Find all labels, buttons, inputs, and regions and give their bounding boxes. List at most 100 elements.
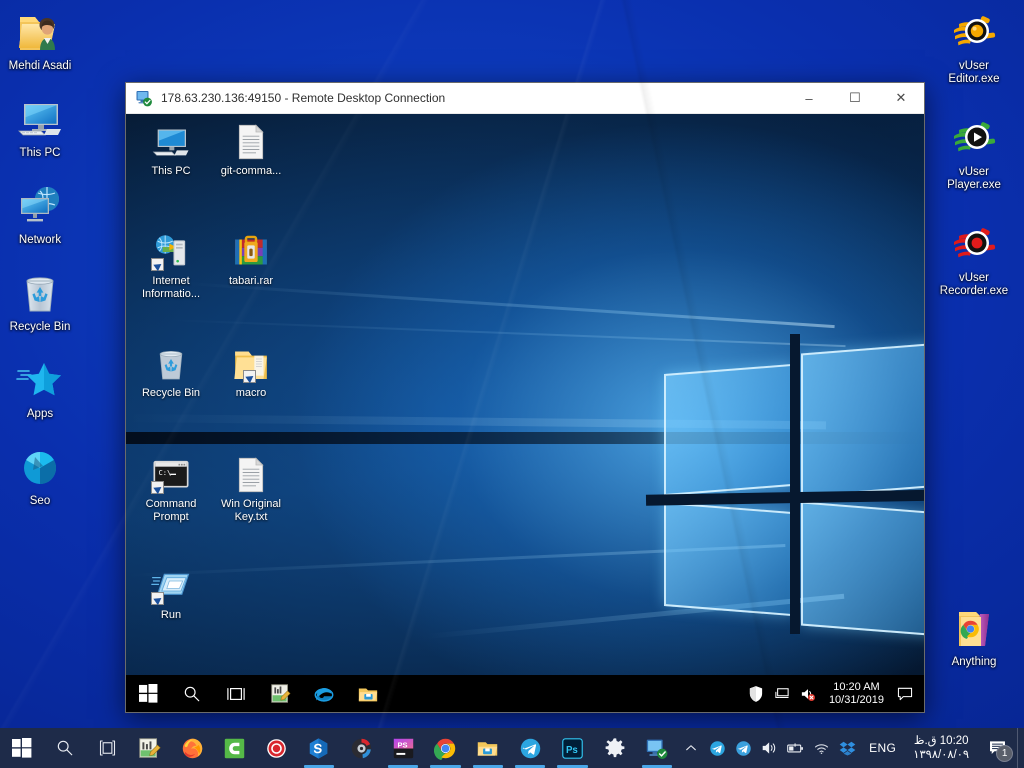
user-folder-icon: [16, 8, 64, 56]
remote-desktop-icon: [136, 90, 153, 107]
recycle-bin-icon: [151, 344, 191, 384]
shortcut-overlay-icon: [151, 258, 164, 271]
task-view-icon[interactable]: [86, 728, 128, 768]
desktop-icon-label: This PC: [19, 147, 61, 159]
rdp-clock[interactable]: 10:20 AM 10/31/2019: [821, 681, 892, 707]
network-tray-icon[interactable]: [769, 675, 795, 712]
taskbar-item-settings[interactable]: [594, 728, 636, 768]
rdp-action-center-icon[interactable]: [892, 675, 918, 712]
telegram-tray-icon-2[interactable]: [730, 728, 756, 768]
rdp-clock-time: 10:20 AM: [833, 680, 880, 693]
seo-pie-icon: [16, 443, 64, 491]
show-desktop-button[interactable]: [1017, 728, 1024, 768]
desktop-icon-seo[interactable]: Seo: [0, 439, 80, 510]
network-icon: [16, 182, 64, 230]
desktop-icon-mehdi-asadi[interactable]: Mehdi Asadi: [0, 4, 80, 75]
rdp-desktop-icon-iis-manager[interactable]: Internet Informatio...: [133, 232, 209, 300]
taskbar-item-skype[interactable]: [298, 728, 340, 768]
desktop-icon-label: vUser Recorder.exe: [939, 272, 1009, 297]
text-file-icon: [231, 455, 271, 495]
rdp-desktop-icon-git-command[interactable]: git-comma...: [213, 122, 289, 178]
rdp-taskbar-tray: 10:20 AM 10/31/2019: [743, 675, 924, 712]
rdp-search-icon[interactable]: [170, 675, 214, 712]
rdp-desktop-icon-win-original-key[interactable]: Win Original Key.txt: [213, 455, 289, 523]
rdp-maximize-button[interactable]: ☐: [832, 83, 878, 114]
telegram-tray-icon[interactable]: [704, 728, 730, 768]
wifi-icon[interactable]: [808, 728, 834, 768]
dropbox-icon[interactable]: [834, 728, 860, 768]
taskbar-item-recorder[interactable]: [255, 728, 297, 768]
taskbar-item-firefox[interactable]: [171, 728, 213, 768]
anything-folder-icon: [950, 604, 998, 652]
run-dialog-icon: [151, 566, 191, 606]
rdp-taskbar-item-explorer[interactable]: [346, 675, 390, 712]
notification-badge: 1: [996, 745, 1014, 762]
folder-shortcut-icon: [231, 344, 271, 384]
taskbar-item-telegram[interactable]: [509, 728, 551, 768]
taskbar-item-remote-desktop[interactable]: [636, 728, 678, 768]
rdp-desktop-icon-command-prompt[interactable]: C:\ Command Prompt: [133, 455, 209, 523]
volume-icon[interactable]: [756, 728, 782, 768]
rdp-icon-label: Command Prompt: [145, 498, 197, 523]
svg-text:PS: PS: [397, 740, 407, 749]
language-indicator[interactable]: ENG: [860, 741, 905, 755]
desktop-icon-vuser-editor[interactable]: vUser Editor.exe: [934, 4, 1014, 88]
taskbar-item-photoshop[interactable]: Ps: [551, 728, 593, 768]
host-desktop[interactable]: Mehdi Asadi This PC Network Recycle Bin …: [0, 0, 1024, 768]
rdp-close-button[interactable]: ✕: [878, 83, 924, 114]
host-right-icon-column: vUser Editor.exe vUser Player.exe vUser …: [934, 4, 1014, 300]
shortcut-overlay-icon: [151, 481, 164, 494]
battery-icon[interactable]: [782, 728, 808, 768]
desktop-icon-this-pc[interactable]: This PC: [0, 91, 80, 162]
host-left-icon-column: Mehdi Asadi This PC Network Recycle Bin …: [0, 4, 80, 510]
host-clock[interactable]: 10:20 ق.ظ ۱۳۹۸/۰۸/۰۹: [905, 734, 977, 762]
rdp-taskbar-item-notepadpp[interactable]: [258, 675, 302, 712]
start-button[interactable]: [0, 728, 44, 768]
desktop-icon-apps[interactable]: Apps: [0, 352, 80, 423]
rdp-start-button[interactable]: [126, 675, 170, 712]
vuser-player-icon: [950, 114, 998, 162]
desktop-icon-vuser-player[interactable]: vUser Player.exe: [934, 110, 1014, 194]
taskbar-item-phpstorm[interactable]: PS: [382, 728, 424, 768]
shortcut-overlay-icon: [151, 592, 164, 605]
rdp-taskbar[interactable]: 10:20 AM 10/31/2019: [126, 675, 924, 712]
volume-muted-icon[interactable]: [795, 675, 821, 712]
rdp-desktop-icon-macro[interactable]: macro: [213, 344, 289, 400]
rdp-icon-label: tabari.rar: [228, 275, 274, 287]
rdp-remote-desktop-canvas[interactable]: This PC git-comma... Internet Informatio…: [126, 114, 924, 712]
rdp-task-view-icon[interactable]: [214, 675, 258, 712]
desktop-icon-label: Anything: [951, 656, 997, 668]
taskbar-item-camtasia[interactable]: [213, 728, 255, 768]
rdp-desktop-icon-run[interactable]: Run: [133, 566, 209, 622]
remote-wallpaper: [126, 114, 924, 712]
rdp-icon-label: macro: [235, 387, 267, 399]
show-hidden-icons-chevron-icon[interactable]: [678, 728, 704, 768]
desktop-icon-recycle-bin[interactable]: Recycle Bin: [0, 265, 80, 336]
taskbar-item-notepadpp[interactable]: [129, 728, 171, 768]
apps-star-icon: [16, 356, 64, 404]
rdp-desktop-icon-this-pc[interactable]: This PC: [133, 122, 209, 178]
host-clock-date: ۱۳۹۸/۰۸/۰۹: [913, 749, 970, 761]
rdp-taskbar-item-internet-explorer[interactable]: [302, 675, 346, 712]
rdp-minimize-button[interactable]: –: [786, 83, 832, 114]
remote-desktop-window[interactable]: 178.63.230.136:49150 - Remote Desktop Co…: [125, 82, 925, 713]
rdp-icon-label: git-comma...: [220, 165, 282, 177]
desktop-icon-vuser-recorder[interactable]: vUser Recorder.exe: [934, 216, 1014, 300]
rdp-icon-label: Win Original Key.txt: [221, 498, 281, 523]
search-icon[interactable]: [44, 728, 86, 768]
taskbar-item-explorer[interactable]: [467, 728, 509, 768]
host-taskbar[interactable]: PS Ps ENG 10:20 ق.ظ ۱۳۹۸/۰۸/۰۹ 1: [0, 728, 1024, 768]
rdp-desktop-icon-recycle-bin[interactable]: Recycle Bin: [133, 344, 209, 400]
defender-shield-icon[interactable]: [743, 675, 769, 712]
desktop-icon-anything[interactable]: Anything: [934, 600, 1014, 671]
svg-text:Ps: Ps: [566, 744, 578, 755]
taskbar-item-chrome[interactable]: [424, 728, 466, 768]
desktop-icon-label: Recycle Bin: [9, 321, 71, 333]
rdp-desktop-icon-tabari-rar[interactable]: tabari.rar: [213, 232, 289, 288]
iis-manager-icon: [151, 232, 191, 272]
action-center-button[interactable]: 1: [977, 728, 1017, 768]
desktop-icon-network[interactable]: Network: [0, 178, 80, 249]
desktop-icon-label: Seo: [29, 495, 51, 507]
rdp-title-bar[interactable]: 178.63.230.136:49150 - Remote Desktop Co…: [126, 83, 924, 114]
taskbar-item-disk-tool[interactable]: [340, 728, 382, 768]
